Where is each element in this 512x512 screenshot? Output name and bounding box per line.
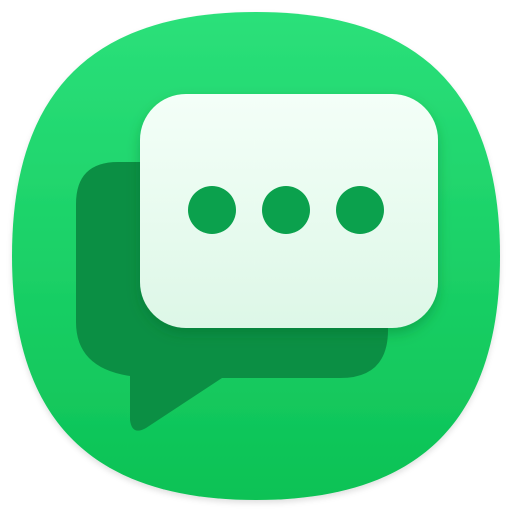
typing-dot-3 <box>336 186 384 234</box>
chat-app-icon[interactable] <box>0 0 512 512</box>
typing-dot-2 <box>262 186 310 234</box>
typing-dots <box>188 186 384 234</box>
typing-dot-1 <box>188 186 236 234</box>
app-icon-canvas <box>0 0 512 512</box>
